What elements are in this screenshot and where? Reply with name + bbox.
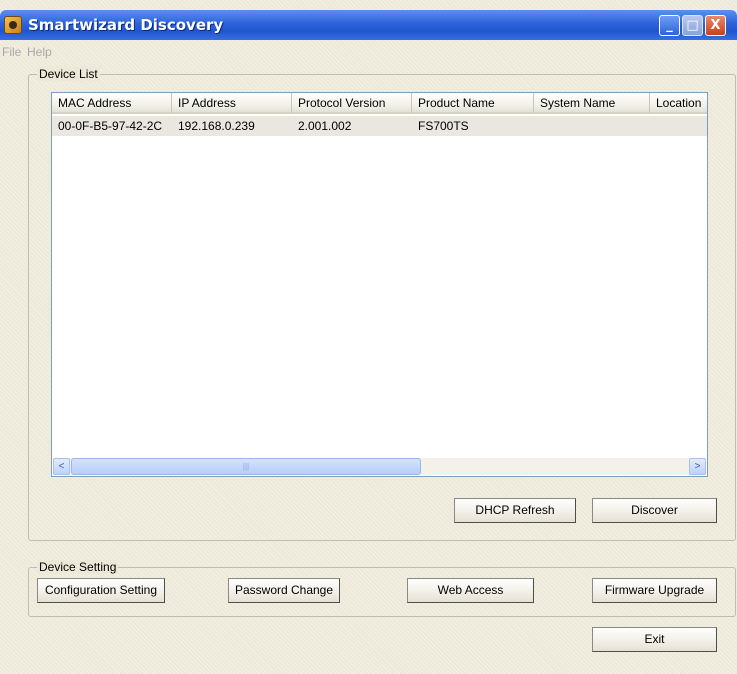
window-title: Smartwizard Discovery xyxy=(28,16,224,34)
horizontal-scrollbar[interactable]: < ||| > xyxy=(53,458,706,475)
minimize-button[interactable]: _ xyxy=(659,15,680,36)
cell-product: FS700TS xyxy=(418,119,469,133)
scroll-right-icon[interactable]: > xyxy=(689,458,706,475)
cell-location xyxy=(650,116,707,136)
device-setting-legend: Device Setting xyxy=(37,560,119,574)
web-access-button[interactable]: Web Access xyxy=(407,578,534,603)
scroll-thumb[interactable]: ||| xyxy=(71,458,421,475)
dhcp-refresh-button[interactable]: DHCP Refresh xyxy=(454,498,576,523)
menu-file[interactable]: File xyxy=(2,45,21,59)
cell-mac: 00-0F-B5-97-42-2C xyxy=(58,119,163,133)
cell-ip: 192.168.0.239 xyxy=(178,119,255,133)
cell-protocol: 2.001.002 xyxy=(298,119,352,133)
device-list-legend: Device List xyxy=(37,67,100,81)
column-header-ip[interactable]: IP Address xyxy=(172,93,292,114)
scroll-left-icon[interactable]: < xyxy=(53,458,70,475)
column-header-system[interactable]: System Name xyxy=(534,93,650,114)
list-header: MAC Address IP Address Protocol Version … xyxy=(52,93,707,115)
discover-button[interactable]: Discover xyxy=(592,498,717,523)
column-header-product[interactable]: Product Name xyxy=(412,93,534,114)
device-list-view[interactable]: MAC Address IP Address Protocol Version … xyxy=(51,92,708,477)
menu-bar: File Help xyxy=(0,42,737,60)
exit-button[interactable]: Exit xyxy=(592,627,717,652)
column-header-protocol[interactable]: Protocol Version xyxy=(292,93,412,114)
app-window: Smartwizard Discovery _ □ X File Help De… xyxy=(0,0,737,674)
firmware-upgrade-button[interactable]: Firmware Upgrade xyxy=(592,578,717,603)
password-change-button[interactable]: Password Change xyxy=(228,578,340,603)
column-header-mac[interactable]: MAC Address xyxy=(52,93,172,114)
title-bar[interactable]: Smartwizard Discovery _ □ X xyxy=(0,10,737,40)
table-row[interactable]: 00-0F-B5-97-42-2C 192.168.0.239 2.001.00… xyxy=(52,116,707,136)
menu-help[interactable]: Help xyxy=(27,45,52,59)
column-header-location[interactable]: Location xyxy=(650,93,707,114)
cell-system xyxy=(534,116,650,136)
app-icon xyxy=(4,16,22,34)
configuration-setting-button[interactable]: Configuration Setting xyxy=(37,578,165,603)
close-button[interactable]: X xyxy=(705,15,726,36)
maximize-button[interactable]: □ xyxy=(682,15,703,36)
